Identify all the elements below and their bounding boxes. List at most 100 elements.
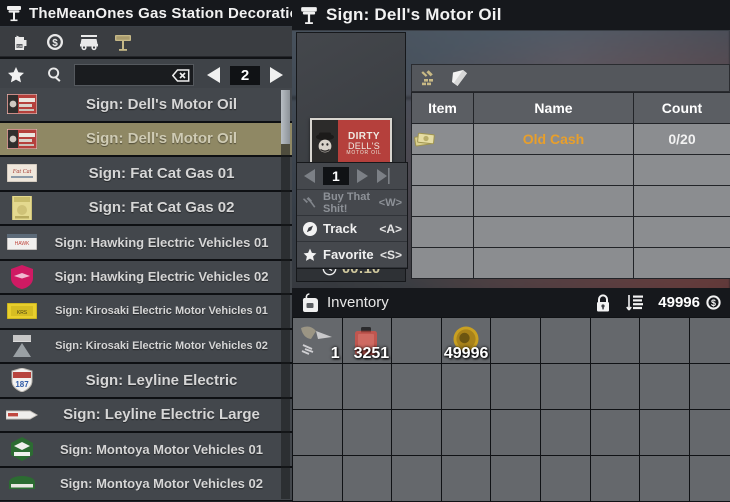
inventory-slot[interactable]: 3251 [343, 318, 392, 363]
table-row[interactable] [412, 217, 730, 248]
ingredient-icon-cell [412, 124, 474, 155]
inventory-slot[interactable] [541, 410, 590, 455]
col-item: Item [412, 93, 474, 124]
inventory-slot[interactable] [491, 456, 540, 501]
list-item[interactable]: Sign: Leyline Electric Large [0, 399, 292, 434]
ingredient-icon-cell [412, 155, 474, 186]
count-decrease-button[interactable] [301, 168, 319, 184]
list-item[interactable]: 187 Sign: Leyline Electric [0, 364, 292, 399]
sign-post-icon[interactable] [112, 31, 134, 53]
inventory-slot[interactable]: 1 [293, 318, 342, 363]
buy-action-key: <W> [379, 197, 402, 209]
inventory-slot[interactable] [690, 364, 730, 409]
col-count: Count [634, 93, 730, 124]
inventory-slot[interactable] [541, 318, 590, 363]
track-action[interactable]: Track <A> [297, 216, 407, 242]
vehicle-icon[interactable] [78, 31, 100, 53]
recipe-list[interactable]: Sign: Dell's Motor Oil Sign: Dell's Moto… [0, 88, 292, 501]
inventory-slot[interactable] [442, 456, 491, 501]
gas-can-icon[interactable]: GAS [10, 31, 32, 53]
inventory-slot[interactable] [541, 456, 590, 501]
clear-x-icon[interactable] [172, 69, 190, 82]
inventory-slot[interactable] [690, 456, 730, 501]
inventory-slot[interactable] [690, 318, 730, 363]
list-item[interactable]: Sign: Fat Cat Gas 02 [0, 192, 292, 227]
table-row[interactable]: Old Cash 0/20 [412, 124, 730, 155]
table-row[interactable] [412, 248, 730, 279]
table-row[interactable] [412, 186, 730, 217]
list-item[interactable]: Sign: Dell's Motor Oil [0, 123, 292, 158]
prev-page-button[interactable] [204, 66, 224, 84]
ingredient-table-header-row: Item Name Count [412, 93, 730, 124]
ingredient-name [474, 155, 634, 186]
inventory-slot[interactable] [591, 410, 640, 455]
recipe-actions: 1 Buy That Shit! <W> [296, 162, 408, 269]
track-action-key: <A> [379, 222, 402, 236]
inventory-slot[interactable] [392, 318, 441, 363]
list-item-label: Sign: Hawking Electric Vehicles 02 [45, 269, 292, 284]
inventory-slot[interactable] [591, 318, 640, 363]
magnifier-icon[interactable] [46, 66, 64, 84]
inventory-slot[interactable] [491, 410, 540, 455]
book-tab-icon[interactable] [450, 69, 470, 87]
inventory-slot[interactable] [640, 410, 689, 455]
craft-count-row: 1 [297, 163, 407, 190]
recipe-tabs [411, 64, 730, 92]
inventory-slot[interactable] [293, 456, 342, 501]
left-panel-header: TheMeanOnes Gas Station Decorations [0, 0, 292, 27]
inventory-slot[interactable] [343, 364, 392, 409]
count-increase-button[interactable] [353, 168, 371, 184]
star-icon[interactable] [6, 65, 26, 85]
search-input[interactable] [74, 64, 194, 86]
inventory-slot[interactable] [392, 410, 441, 455]
inventory-slot[interactable] [640, 364, 689, 409]
inventory-slot[interactable] [690, 410, 730, 455]
list-item[interactable]: Sign: Montoya Motor Vehicles 02 [0, 468, 292, 502]
count-max-button[interactable] [375, 168, 391, 184]
favorite-action-key: <S> [380, 248, 402, 262]
star-icon [302, 247, 318, 263]
craft-count-value[interactable]: 1 [323, 167, 349, 185]
list-item[interactable]: Sign: Montoya Motor Vehicles 01 [0, 433, 292, 468]
ingredient-count: 0/20 [634, 124, 730, 155]
inventory-slot[interactable] [392, 364, 441, 409]
list-item[interactable]: Sign: Kirosaki Electric Motor Vehicles 0… [0, 330, 292, 365]
inventory-slot[interactable] [591, 456, 640, 501]
inventory-header: Inventory 49996 [292, 288, 730, 317]
dollar-coin-icon[interactable]: $ [44, 31, 66, 53]
inventory-slot[interactable] [491, 318, 540, 363]
craft-tab-icon[interactable] [420, 69, 440, 87]
inventory-slot-qty: 49996 [444, 345, 489, 363]
inventory-slot[interactable] [640, 318, 689, 363]
inventory-slot[interactable] [442, 410, 491, 455]
right-panel-title: Sign: Dell's Motor Oil [326, 5, 502, 25]
table-row[interactable] [412, 155, 730, 186]
list-item[interactable]: Sign: Hawking Electric Vehicles 02 [0, 261, 292, 296]
list-scrollbar-thumb[interactable] [281, 90, 290, 144]
list-item-label: Sign: Montoya Motor Vehicles 02 [45, 476, 292, 491]
inventory-slot[interactable]: 49996 [442, 318, 491, 363]
favorite-action[interactable]: Favorite <S> [297, 242, 407, 268]
next-page-button[interactable] [266, 66, 286, 84]
sort-descending-icon[interactable] [626, 293, 644, 313]
buy-action[interactable]: Buy That Shit! <W> [297, 190, 407, 216]
list-item[interactable]: KRS Sign: Kirosaki Electric Motor Vehicl… [0, 295, 292, 330]
inventory-slot[interactable] [591, 364, 640, 409]
inventory-slot[interactable] [343, 456, 392, 501]
inventory-slot[interactable] [293, 364, 342, 409]
inventory-slot[interactable] [491, 364, 540, 409]
inventory-slot[interactable] [392, 456, 441, 501]
inventory-grid[interactable]: 1 3251 49996 [292, 317, 730, 502]
list-scrollbar-track[interactable] [281, 90, 290, 499]
list-item-label: Sign: Dell's Motor Oil [45, 130, 292, 147]
list-item[interactable]: Fat Cat Sign: Fat Cat Gas 01 [0, 157, 292, 192]
inventory-slot[interactable] [541, 364, 590, 409]
inventory-slot[interactable] [640, 456, 689, 501]
lock-icon[interactable] [594, 293, 612, 313]
inventory-slot[interactable] [442, 364, 491, 409]
list-item[interactable]: Sign: Dell's Motor Oil [0, 88, 292, 123]
category-toolbar: GAS $ [0, 27, 292, 59]
inventory-slot[interactable] [343, 410, 392, 455]
inventory-slot[interactable] [293, 410, 342, 455]
list-item[interactable]: HAWK Sign: Hawking Electric Vehicles 01 [0, 226, 292, 261]
